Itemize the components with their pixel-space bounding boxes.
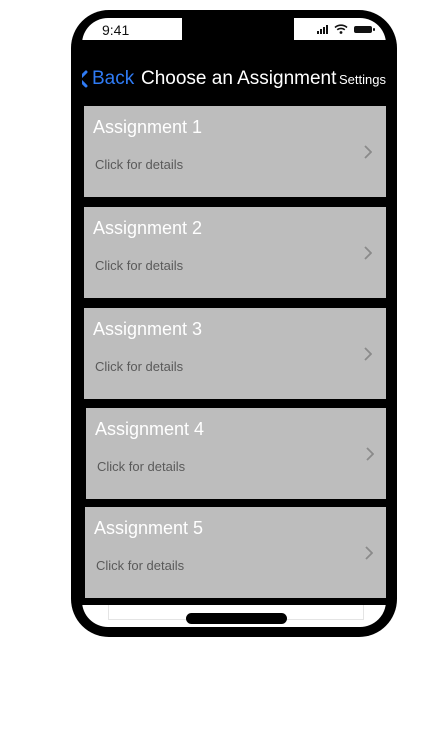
chevron-right-icon <box>364 246 372 260</box>
battery-icon <box>354 25 375 33</box>
signal-icon <box>317 24 328 34</box>
chevron-right-icon <box>364 145 372 159</box>
assignment-subtitle: Click for details <box>95 157 184 172</box>
assignment-card[interactable]: Assignment 3 Click for details <box>84 308 386 399</box>
assignment-subtitle: Click for details <box>96 558 185 573</box>
chevron-left-icon <box>82 70 88 88</box>
assignment-card[interactable]: Assignment 5 Click for details <box>85 507 386 598</box>
assignment-card[interactable]: Assignment 1 Click for details <box>84 106 386 197</box>
chevron-right-icon <box>364 347 372 361</box>
assignment-title: Assignment 1 <box>93 117 203 137</box>
status-icons <box>317 24 375 34</box>
status-bar-left: 9:41 <box>82 18 182 40</box>
status-bar-right <box>294 18 386 40</box>
phone-frame: 9:41 Back Choose an Assignment Settings … <box>71 10 397 637</box>
home-indicator[interactable] <box>186 613 287 624</box>
back-label: Back <box>92 68 135 89</box>
navigation-bar: Back Choose an Assignment Settings <box>82 64 386 98</box>
assignment-subtitle: Click for details <box>95 359 184 374</box>
assignment-subtitle: Click for details <box>97 459 186 474</box>
assignment-title: Assignment 5 <box>94 518 204 538</box>
assignment-title: Assignment 2 <box>93 218 203 238</box>
chevron-right-icon <box>365 546 373 560</box>
assignment-title: Assignment 3 <box>93 319 203 339</box>
settings-button[interactable]: Settings <box>339 72 386 87</box>
chevron-right-icon <box>366 447 374 461</box>
page-title: Choose an Assignment <box>141 68 337 89</box>
status-time: 9:41 <box>102 22 130 38</box>
wifi-icon <box>334 24 348 34</box>
home-area <box>82 605 386 627</box>
back-button[interactable]: Back <box>82 68 134 90</box>
assignment-card[interactable]: Assignment 2 Click for details <box>84 207 386 298</box>
assignment-card[interactable]: Assignment 4 Click for details <box>86 408 386 499</box>
screen: 9:41 Back Choose an Assignment Settings … <box>82 18 386 627</box>
assignment-title: Assignment 4 <box>95 419 205 439</box>
assignment-subtitle: Click for details <box>95 258 184 273</box>
